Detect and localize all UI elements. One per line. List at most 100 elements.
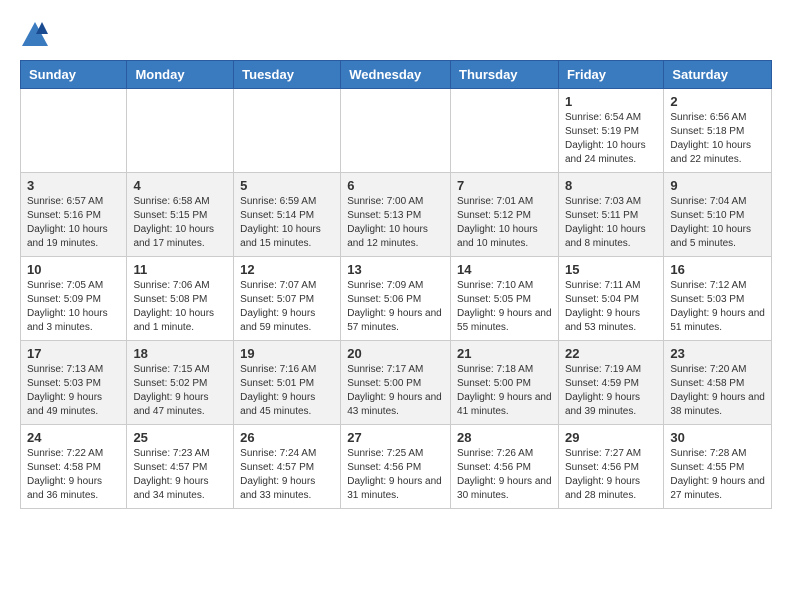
- day-number: 8: [565, 178, 657, 193]
- calendar-cell: 12 Sunrise: 7:07 AM Sunset: 5:07 PM Dayli…: [234, 257, 341, 341]
- day-number: 1: [565, 94, 657, 109]
- calendar-cell: 17 Sunrise: 7:13 AM Sunset: 5:03 PM Dayli…: [21, 341, 127, 425]
- calendar-cell: 27 Sunrise: 7:25 AM Sunset: 4:56 PM Dayli…: [341, 425, 451, 509]
- day-number: 3: [27, 178, 120, 193]
- day-number: 30: [670, 430, 765, 445]
- day-info: Sunrise: 6:59 AM Sunset: 5:14 PM Dayligh…: [240, 195, 334, 251]
- day-number: 19: [240, 346, 334, 361]
- day-info: Sunrise: 7:17 AM Sunset: 5:00 PM Dayligh…: [347, 363, 444, 419]
- day-info: Sunrise: 7:04 AM Sunset: 5:10 PM Dayligh…: [670, 195, 765, 251]
- day-number: 15: [565, 262, 657, 277]
- day-info: Sunrise: 7:01 AM Sunset: 5:12 PM Dayligh…: [457, 195, 552, 251]
- day-number: 11: [133, 262, 227, 277]
- day-info: Sunrise: 7:03 AM Sunset: 5:11 PM Dayligh…: [565, 195, 657, 251]
- calendar-cell: [127, 89, 234, 173]
- calendar-cell: 5 Sunrise: 6:59 AM Sunset: 5:14 PM Daylig…: [234, 173, 341, 257]
- day-info: Sunrise: 7:07 AM Sunset: 5:07 PM Dayligh…: [240, 279, 334, 335]
- calendar-week: 24 Sunrise: 7:22 AM Sunset: 4:58 PM Dayli…: [21, 425, 772, 509]
- calendar-week: 3Sunrise: 6:57 AM Sunset: 5:16 PM Daylig…: [21, 173, 772, 257]
- day-info: Sunrise: 7:09 AM Sunset: 5:06 PM Dayligh…: [347, 279, 444, 335]
- weekday-header: Friday: [558, 61, 663, 89]
- calendar-table: SundayMondayTuesdayWednesdayThursdayFrid…: [20, 60, 772, 509]
- day-info: Sunrise: 7:28 AM Sunset: 4:55 PM Dayligh…: [670, 447, 765, 503]
- day-info: Sunrise: 7:00 AM Sunset: 5:13 PM Dayligh…: [347, 195, 444, 251]
- day-number: 21: [457, 346, 552, 361]
- day-info: Sunrise: 6:58 AM Sunset: 5:15 PM Dayligh…: [133, 195, 227, 251]
- calendar-cell: 9 Sunrise: 7:04 AM Sunset: 5:10 PM Daylig…: [664, 173, 772, 257]
- day-number: 6: [347, 178, 444, 193]
- calendar-cell: [451, 89, 559, 173]
- day-number: 18: [133, 346, 227, 361]
- calendar-cell: [21, 89, 127, 173]
- calendar-cell: 14Sunrise: 7:10 AM Sunset: 5:05 PM Dayli…: [451, 257, 559, 341]
- calendar-cell: 30 Sunrise: 7:28 AM Sunset: 4:55 PM Dayli…: [664, 425, 772, 509]
- calendar-cell: 8 Sunrise: 7:03 AM Sunset: 5:11 PM Daylig…: [558, 173, 663, 257]
- day-info: Sunrise: 7:11 AM Sunset: 5:04 PM Dayligh…: [565, 279, 657, 335]
- day-number: 9: [670, 178, 765, 193]
- calendar-cell: 18 Sunrise: 7:15 AM Sunset: 5:02 PM Dayli…: [127, 341, 234, 425]
- page-header: [20, 20, 772, 50]
- calendar-cell: 24 Sunrise: 7:22 AM Sunset: 4:58 PM Dayli…: [21, 425, 127, 509]
- calendar-cell: [234, 89, 341, 173]
- day-number: 27: [347, 430, 444, 445]
- calendar-cell: 29Sunrise: 7:27 AM Sunset: 4:56 PM Dayli…: [558, 425, 663, 509]
- weekday-header: Wednesday: [341, 61, 451, 89]
- calendar-cell: 15 Sunrise: 7:11 AM Sunset: 5:04 PM Dayli…: [558, 257, 663, 341]
- day-info: Sunrise: 7:12 AM Sunset: 5:03 PM Dayligh…: [670, 279, 765, 335]
- day-info: Sunrise: 7:24 AM Sunset: 4:57 PM Dayligh…: [240, 447, 334, 503]
- weekday-header: Monday: [127, 61, 234, 89]
- calendar-cell: 1 Sunrise: 6:54 AM Sunset: 5:19 PM Daylig…: [558, 89, 663, 173]
- weekday-header: Tuesday: [234, 61, 341, 89]
- day-number: 14: [457, 262, 552, 277]
- day-number: 5: [240, 178, 334, 193]
- day-number: 23: [670, 346, 765, 361]
- calendar-cell: 3Sunrise: 6:57 AM Sunset: 5:16 PM Daylig…: [21, 173, 127, 257]
- day-info: Sunrise: 7:06 AM Sunset: 5:08 PM Dayligh…: [133, 279, 227, 335]
- day-number: 20: [347, 346, 444, 361]
- weekday-header: Sunday: [21, 61, 127, 89]
- calendar-cell: 23 Sunrise: 7:20 AM Sunset: 4:58 PM Dayli…: [664, 341, 772, 425]
- calendar-cell: 2 Sunrise: 6:56 AM Sunset: 5:18 PM Daylig…: [664, 89, 772, 173]
- day-number: 25: [133, 430, 227, 445]
- day-info: Sunrise: 7:13 AM Sunset: 5:03 PM Dayligh…: [27, 363, 120, 419]
- day-info: Sunrise: 6:54 AM Sunset: 5:19 PM Dayligh…: [565, 111, 657, 167]
- day-info: Sunrise: 7:18 AM Sunset: 5:00 PM Dayligh…: [457, 363, 552, 419]
- calendar-cell: 26 Sunrise: 7:24 AM Sunset: 4:57 PM Dayli…: [234, 425, 341, 509]
- calendar-body: 1 Sunrise: 6:54 AM Sunset: 5:19 PM Daylig…: [21, 89, 772, 509]
- calendar-cell: 6 Sunrise: 7:00 AM Sunset: 5:13 PM Daylig…: [341, 173, 451, 257]
- calendar-cell: 16 Sunrise: 7:12 AM Sunset: 5:03 PM Dayli…: [664, 257, 772, 341]
- day-number: 12: [240, 262, 334, 277]
- day-number: 28: [457, 430, 552, 445]
- day-info: Sunrise: 7:05 AM Sunset: 5:09 PM Dayligh…: [27, 279, 120, 335]
- calendar-cell: 11 Sunrise: 7:06 AM Sunset: 5:08 PM Dayli…: [127, 257, 234, 341]
- day-number: 29: [565, 430, 657, 445]
- calendar-cell: 4 Sunrise: 6:58 AM Sunset: 5:15 PM Daylig…: [127, 173, 234, 257]
- day-number: 22: [565, 346, 657, 361]
- calendar-week: 17 Sunrise: 7:13 AM Sunset: 5:03 PM Dayli…: [21, 341, 772, 425]
- calendar-header: SundayMondayTuesdayWednesdayThursdayFrid…: [21, 61, 772, 89]
- day-info: Sunrise: 7:25 AM Sunset: 4:56 PM Dayligh…: [347, 447, 444, 503]
- calendar-cell: 20 Sunrise: 7:17 AM Sunset: 5:00 PM Dayli…: [341, 341, 451, 425]
- day-info: Sunrise: 7:26 AM Sunset: 4:56 PM Dayligh…: [457, 447, 552, 503]
- day-number: 2: [670, 94, 765, 109]
- calendar-cell: 19 Sunrise: 7:16 AM Sunset: 5:01 PM Dayli…: [234, 341, 341, 425]
- day-info: Sunrise: 7:22 AM Sunset: 4:58 PM Dayligh…: [27, 447, 120, 503]
- logo: [20, 20, 52, 50]
- day-info: Sunrise: 7:15 AM Sunset: 5:02 PM Dayligh…: [133, 363, 227, 419]
- calendar-week: 1 Sunrise: 6:54 AM Sunset: 5:19 PM Daylig…: [21, 89, 772, 173]
- calendar-cell: 7 Sunrise: 7:01 AM Sunset: 5:12 PM Daylig…: [451, 173, 559, 257]
- calendar-cell: 28 Sunrise: 7:26 AM Sunset: 4:56 PM Dayli…: [451, 425, 559, 509]
- calendar-cell: 10Sunrise: 7:05 AM Sunset: 5:09 PM Dayli…: [21, 257, 127, 341]
- day-info: Sunrise: 7:16 AM Sunset: 5:01 PM Dayligh…: [240, 363, 334, 419]
- day-info: Sunrise: 6:56 AM Sunset: 5:18 PM Dayligh…: [670, 111, 765, 167]
- weekday-header: Thursday: [451, 61, 559, 89]
- day-number: 7: [457, 178, 552, 193]
- day-number: 16: [670, 262, 765, 277]
- day-number: 13: [347, 262, 444, 277]
- day-number: 4: [133, 178, 227, 193]
- day-number: 26: [240, 430, 334, 445]
- day-info: Sunrise: 7:20 AM Sunset: 4:58 PM Dayligh…: [670, 363, 765, 419]
- day-number: 24: [27, 430, 120, 445]
- day-number: 17: [27, 346, 120, 361]
- day-info: Sunrise: 7:23 AM Sunset: 4:57 PM Dayligh…: [133, 447, 227, 503]
